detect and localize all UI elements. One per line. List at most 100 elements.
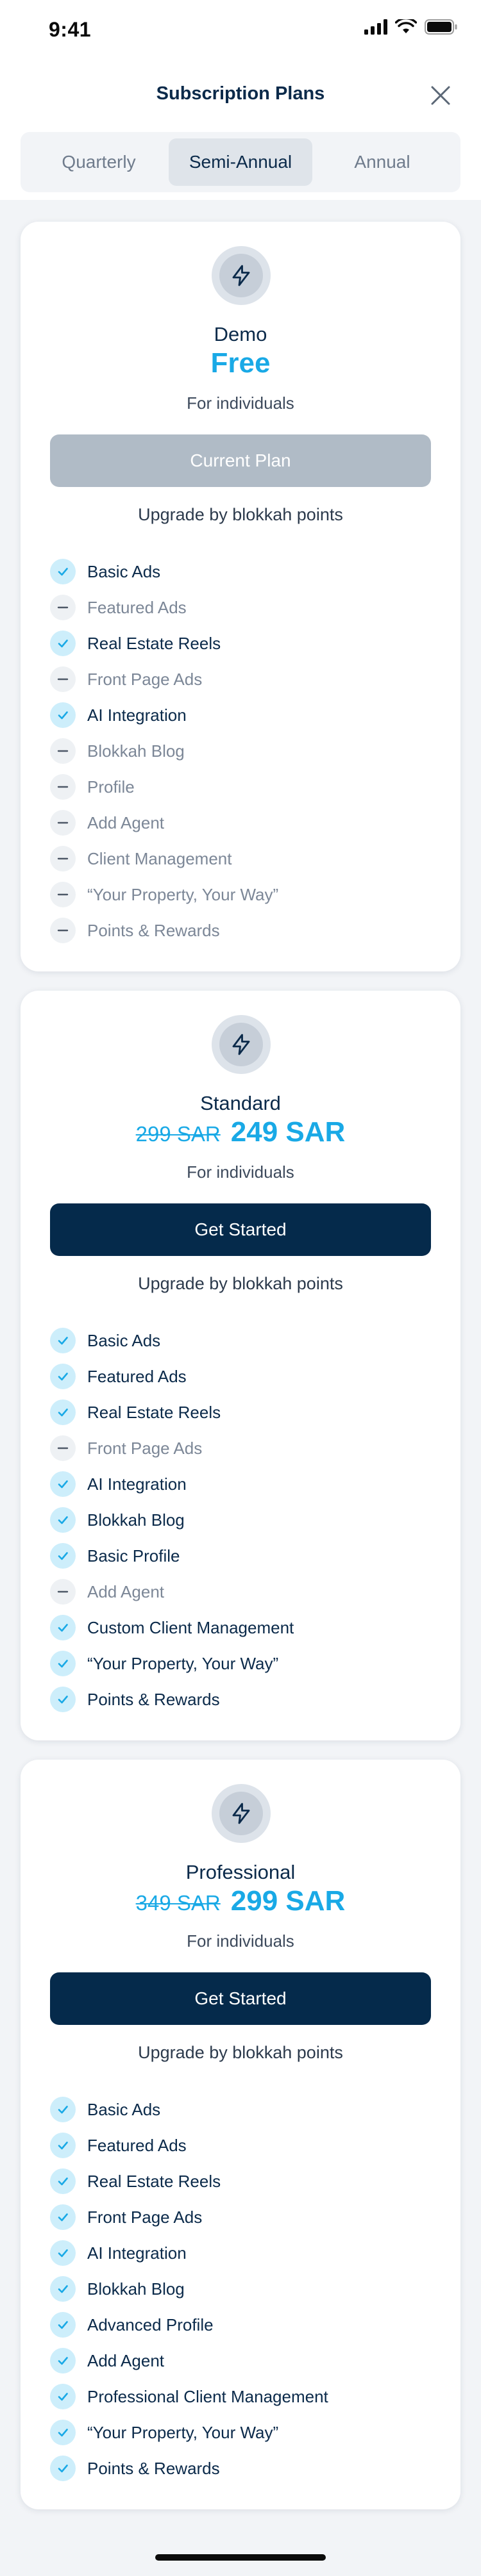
get-started-button[interactable]: Get Started [50, 1972, 431, 2025]
check-icon [50, 1507, 76, 1533]
plan-icon [212, 1015, 271, 1074]
feature-label: Add Agent [87, 1581, 164, 1601]
plan-card-demo: Demo Free For individuals Current Plan U… [21, 222, 460, 971]
home-indicator[interactable] [155, 2554, 326, 2561]
close-icon[interactable] [428, 83, 453, 108]
feature-label: Add Agent [87, 813, 164, 832]
check-icon [50, 1328, 76, 1353]
feature-item: “Your Property, Your Way” [50, 2415, 435, 2450]
feature-label: Professional Client Management [87, 2386, 328, 2406]
wifi-icon [395, 19, 417, 33]
header-area: 9:41 Subscription Plans Quarterly Semi-A… [0, 0, 481, 200]
dash-icon [50, 1435, 76, 1461]
dash-icon [50, 846, 76, 871]
check-icon [50, 2384, 76, 2409]
check-icon [50, 1687, 76, 1712]
feature-label: Basic Ads [87, 2099, 161, 2119]
check-icon [50, 2420, 76, 2445]
signal-icon [364, 19, 387, 35]
feature-item: Basic Profile [50, 1538, 435, 1574]
feature-item: Front Page Ads [50, 1430, 435, 1466]
feature-label: AI Integration [87, 705, 187, 725]
feature-item: Featured Ads [50, 1358, 435, 1394]
feature-label: Featured Ads [87, 597, 187, 617]
feature-item: Basic Ads [50, 1323, 435, 1358]
check-icon [50, 2204, 76, 2230]
lightning-icon [232, 1803, 250, 1824]
lightning-icon [232, 265, 250, 286]
feature-item: Real Estate Reels [50, 1394, 435, 1430]
feature-label: Real Estate Reels [87, 2171, 221, 2191]
plan-icon [212, 1784, 271, 1843]
feature-item: Basic Ads [50, 2092, 435, 2127]
upgrade-by-points-link[interactable]: Upgrade by blokkah points [21, 505, 460, 525]
feature-label: Front Page Ads [87, 2207, 203, 2227]
feature-label: Real Estate Reels [87, 1402, 221, 1422]
upgrade-by-points-link[interactable]: Upgrade by blokkah points [21, 2043, 460, 2063]
dash-icon [50, 666, 76, 692]
plan-price: 249 SAR [230, 1116, 346, 1148]
feature-item: Custom Client Management [50, 1610, 435, 1646]
feature-label: “Your Property, Your Way” [87, 884, 279, 904]
check-icon [50, 1471, 76, 1497]
feature-label: Basic Ads [87, 1330, 161, 1350]
plan-icon [212, 246, 271, 305]
check-icon [50, 2097, 76, 2122]
tab-annual[interactable]: Annual [310, 138, 454, 186]
check-icon [50, 1543, 76, 1569]
feature-item: Front Page Ads [50, 2199, 435, 2235]
tab-semi-annual[interactable]: Semi-Annual [169, 138, 312, 186]
plan-card-standard: Standard 299 SAR 249 SAR For individuals … [21, 991, 460, 1740]
current-plan-button[interactable]: Current Plan [50, 434, 431, 487]
feature-item: Real Estate Reels [50, 625, 435, 661]
feature-item: Profile [50, 769, 435, 805]
feature-list: Basic Ads Featured Ads Real Estate Reels Fr… [50, 2092, 435, 2486]
feature-item: AI Integration [50, 2235, 435, 2271]
check-icon [50, 631, 76, 656]
feature-item: Points & Rewards [50, 1681, 435, 1717]
plan-name: Demo [214, 323, 267, 345]
dash-icon [50, 918, 76, 943]
check-icon [50, 1399, 76, 1425]
feature-label: Front Page Ads [87, 1438, 203, 1458]
feature-label: Blokkah Blog [87, 2279, 185, 2299]
plan-old-price: 299 SAR [135, 1122, 221, 1146]
check-icon [50, 2348, 76, 2374]
upgrade-by-points-link[interactable]: Upgrade by blokkah points [21, 1274, 460, 1294]
feature-item: Client Management [50, 841, 435, 877]
check-icon [50, 2312, 76, 2338]
plan-name: Professional [185, 1861, 296, 1883]
feature-label: Basic Ads [87, 561, 161, 581]
plan-audience: For individuals [187, 393, 294, 413]
feature-label: Points & Rewards [87, 2458, 220, 2478]
dash-icon [50, 774, 76, 800]
feature-item: AI Integration [50, 697, 435, 733]
check-icon [50, 2276, 76, 2302]
feature-list: Basic Ads Featured Ads Real Estate Reels Fr… [50, 1323, 435, 1717]
plan-card-professional: Professional 349 SAR 299 SAR For individu… [21, 1760, 460, 2509]
feature-label: AI Integration [87, 2243, 187, 2263]
status-icons [364, 19, 458, 35]
check-icon [50, 1615, 76, 1640]
feature-label: Points & Rewards [87, 920, 220, 940]
plan-name: Standard [200, 1092, 281, 1114]
lightning-icon [232, 1034, 250, 1055]
feature-list: Basic Ads Featured Ads Real Estate Reels Fr… [50, 554, 435, 948]
billing-period-tabs: Quarterly Semi-Annual Annual [21, 132, 460, 192]
check-icon [50, 1364, 76, 1389]
tab-quarterly[interactable]: Quarterly [27, 138, 171, 186]
plan-audience: For individuals [187, 1162, 294, 1182]
feature-item: Basic Ads [50, 554, 435, 590]
feature-label: Points & Rewards [87, 1689, 220, 1709]
feature-item: Add Agent [50, 2343, 435, 2379]
get-started-button[interactable]: Get Started [50, 1203, 431, 1256]
feature-item: Featured Ads [50, 590, 435, 625]
check-icon [50, 2240, 76, 2266]
check-icon [50, 2456, 76, 2481]
price-row: 299 SAR 249 SAR [21, 1116, 460, 1148]
dash-icon [50, 810, 76, 836]
check-icon [50, 2168, 76, 2194]
status-time: 9:41 [49, 18, 92, 41]
feature-label: Front Page Ads [87, 669, 203, 689]
feature-label: Custom Client Management [87, 1617, 294, 1637]
